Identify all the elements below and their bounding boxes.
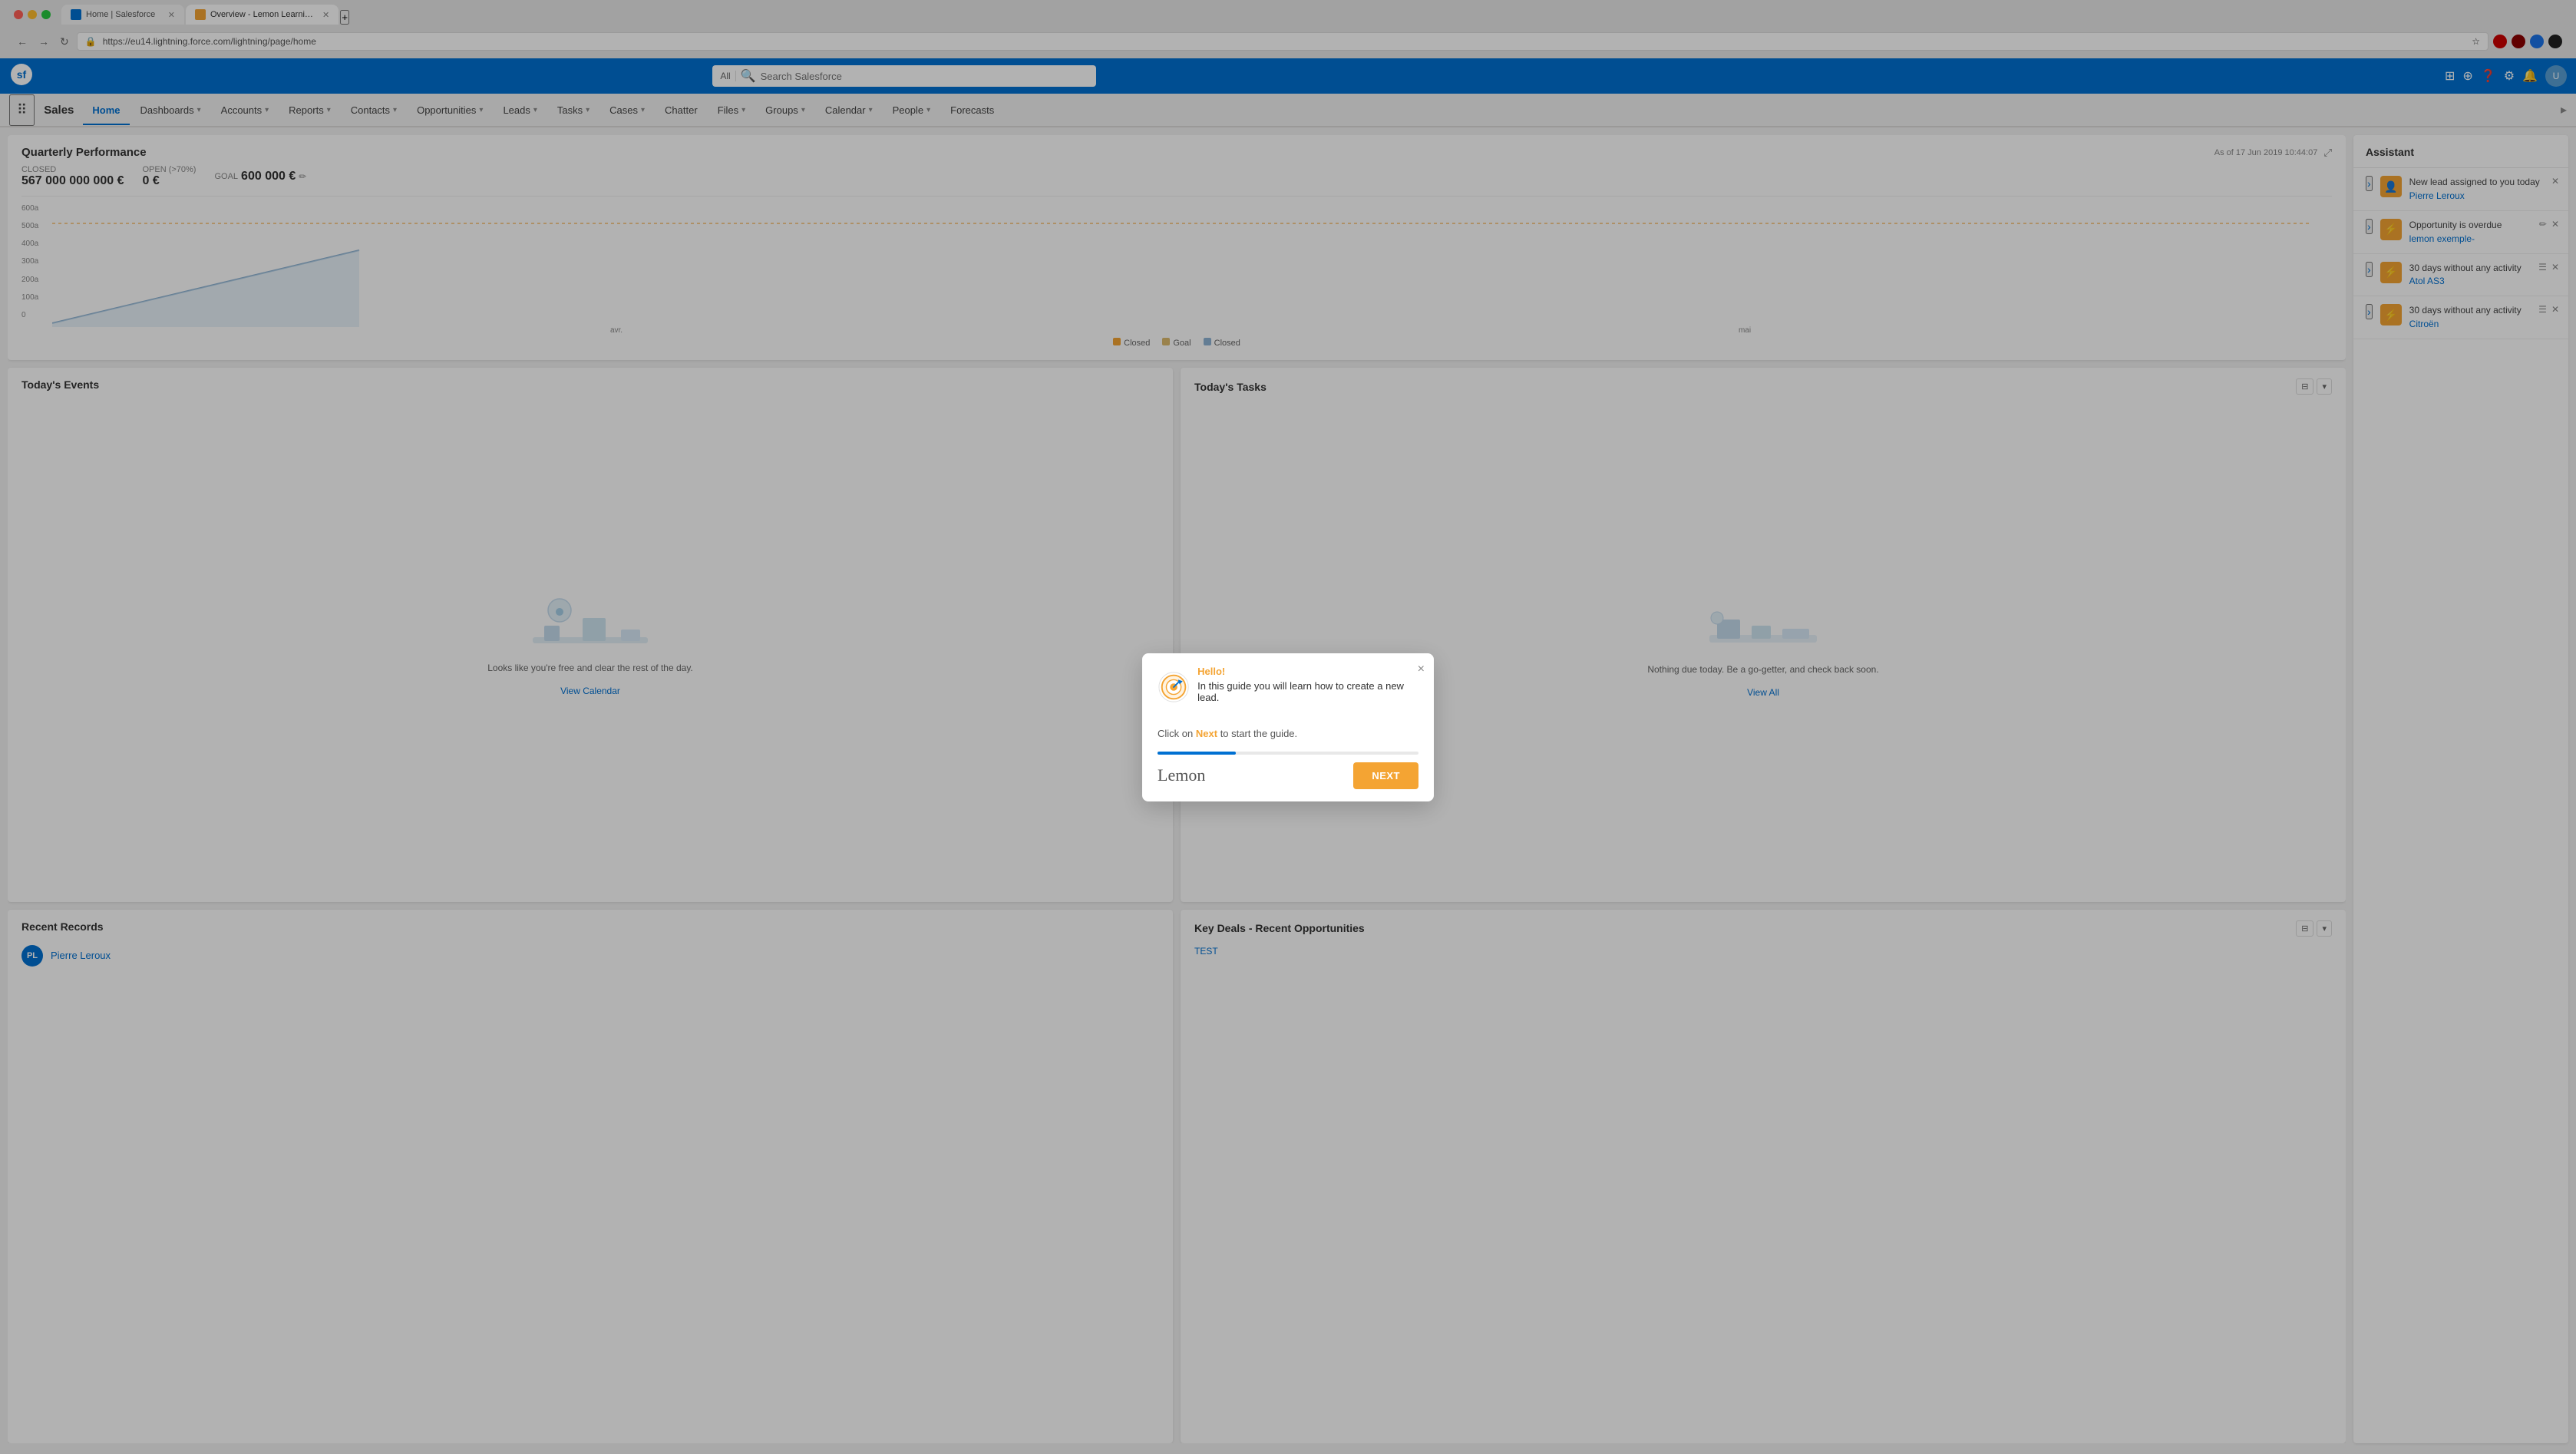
modal-guide-text: In this guide you will learn how to crea…	[1197, 680, 1418, 703]
modal-hello: Hello!	[1197, 666, 1418, 677]
modal-close-button[interactable]: ×	[1418, 663, 1425, 676]
modal-after-next: to start the guide.	[1220, 728, 1297, 739]
next-button[interactable]: NEXT	[1353, 762, 1418, 789]
modal-overlay[interactable]: Hello! In this guide you will learn how …	[0, 0, 2576, 1454]
modal-brand-logo: Lemon	[1158, 765, 1205, 785]
modal-click-text: Click on Next to start the guide.	[1158, 728, 1418, 739]
lemon-icon	[1158, 670, 1190, 704]
modal-next-word: Next	[1196, 728, 1217, 739]
lemon-learning-modal: Hello! In this guide you will learn how …	[1142, 653, 1434, 801]
